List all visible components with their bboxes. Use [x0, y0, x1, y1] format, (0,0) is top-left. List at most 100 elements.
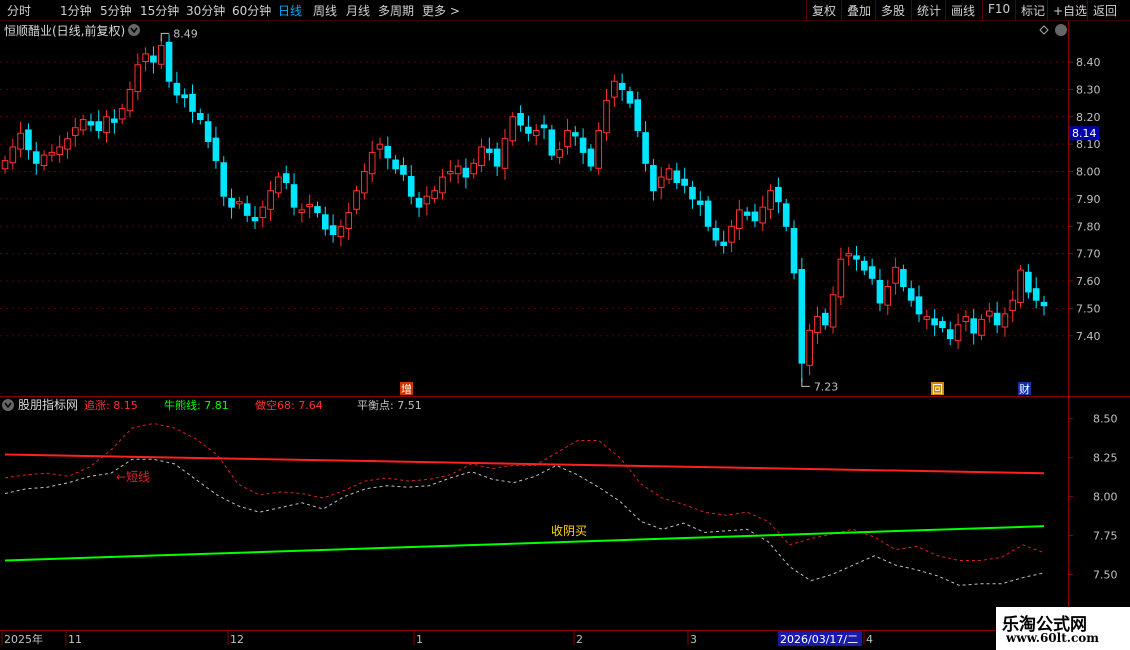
- candle-body: [728, 225, 735, 243]
- candle-body: [446, 171, 454, 175]
- indicator-legend-1: 牛熊线: 7.81: [164, 398, 229, 412]
- candle-body: [236, 201, 243, 205]
- date-cursor-label: 2026/03/17/二: [780, 633, 858, 646]
- kline-chart[interactable]: 8.408.308.208.108.007.907.807.707.607.50…: [0, 0, 1130, 650]
- candle-body: [712, 227, 720, 241]
- candle-body: [314, 206, 321, 214]
- candle-body: [290, 184, 298, 208]
- candle-body: [689, 186, 696, 200]
- candle-body: [861, 260, 868, 271]
- candle-body: [298, 209, 306, 214]
- candle-body: [884, 286, 892, 306]
- candle-body: [946, 329, 954, 340]
- candle-body: [189, 93, 196, 112]
- ind-y-tick-label: 7.75: [1093, 530, 1118, 543]
- stock-title: 恒顺醋业(日线,前复权): [4, 23, 125, 38]
- candle-body: [954, 324, 962, 342]
- y-tick-label: 7.80: [1076, 220, 1101, 233]
- panel-menu-icon[interactable]: [1055, 24, 1067, 36]
- candle-body: [361, 171, 368, 194]
- candle-body: [501, 138, 509, 169]
- indicator-menu-icon[interactable]: [2, 399, 14, 411]
- candle-body: [618, 82, 626, 90]
- candle-body: [196, 113, 204, 121]
- candle-body: [165, 41, 173, 82]
- time-label: 4: [866, 633, 873, 646]
- low-marker-label: 7.23: [814, 380, 839, 393]
- candle-body: [603, 99, 610, 134]
- candle-body: [517, 113, 524, 126]
- candle-body: [1040, 301, 1048, 307]
- event-mark-label: 增: [401, 382, 412, 396]
- ind-y-tick-label: 8.25: [1093, 452, 1118, 465]
- watermark-url: www.60lt.com: [1006, 631, 1099, 645]
- diamond-icon[interactable]: [1039, 25, 1049, 35]
- candle-body: [368, 151, 376, 175]
- candle-body: [407, 175, 415, 197]
- candle-body: [587, 148, 595, 167]
- candle-body: [876, 279, 884, 304]
- candle-body: [790, 227, 798, 274]
- candle-body: [454, 165, 462, 175]
- candle-body: [251, 217, 259, 222]
- indicator-name: 股朋指标网: [18, 397, 78, 412]
- high-marker-label: 8.49: [173, 27, 198, 40]
- candle-body: [595, 129, 603, 169]
- candle-body: [673, 170, 681, 183]
- candle-body: [1017, 269, 1024, 303]
- candle-body: [751, 211, 759, 222]
- candle-body: [798, 269, 806, 364]
- candle-body: [853, 255, 860, 260]
- candle-body: [71, 127, 79, 136]
- annotation-buy-signal: 收阴买: [551, 524, 587, 538]
- candle-body: [48, 151, 56, 156]
- candle-body: [32, 151, 40, 164]
- title-dropdown-icon[interactable]: [128, 24, 140, 36]
- candle-body: [275, 176, 282, 194]
- time-label: 3: [690, 633, 697, 646]
- candle-body: [900, 269, 907, 288]
- candle-body: [228, 197, 235, 208]
- indicator-legend-2: 做空68: 7.64: [255, 398, 323, 412]
- y-tick-label: 7.90: [1076, 193, 1101, 206]
- y-tick-label: 7.70: [1076, 248, 1101, 261]
- price-tag-label: 8.14: [1072, 127, 1097, 140]
- time-label: 12: [230, 633, 244, 646]
- candle-body: [1, 160, 9, 170]
- candle-body: [782, 203, 790, 227]
- candle-body: [509, 116, 517, 142]
- short-68-line: [4, 422, 1045, 561]
- candle-body: [157, 45, 165, 65]
- candle-body: [376, 143, 384, 150]
- candle-body: [181, 94, 188, 99]
- candle-body: [829, 294, 837, 328]
- annotation-short-line: ←短线: [116, 470, 150, 484]
- candle-body: [923, 316, 931, 320]
- candle-body: [642, 132, 649, 164]
- candle-body: [837, 258, 845, 298]
- candle-body: [525, 126, 532, 134]
- candle-body: [1009, 299, 1017, 312]
- event-mark-label: 财: [1019, 382, 1030, 396]
- candle-body: [204, 121, 212, 142]
- candle-body: [657, 176, 665, 188]
- candle-body: [321, 214, 329, 230]
- candle-body: [17, 132, 24, 150]
- candle-body: [345, 212, 353, 229]
- candle-body: [579, 137, 587, 153]
- candle-body: [571, 132, 579, 137]
- bull-bear-line: [4, 525, 1045, 562]
- candle-body: [634, 99, 642, 131]
- candle-body: [384, 145, 392, 159]
- candle-body: [915, 296, 923, 315]
- candle-body: [329, 225, 337, 236]
- candle-body: [95, 121, 103, 131]
- candle-body: [532, 129, 540, 136]
- candle-body: [306, 203, 313, 208]
- y-tick-label: 7.50: [1076, 302, 1101, 315]
- candle-body: [25, 129, 32, 151]
- candle-body: [939, 321, 946, 329]
- candle-body: [736, 209, 743, 229]
- time-label: 2: [576, 633, 583, 646]
- candle-body: [970, 318, 978, 334]
